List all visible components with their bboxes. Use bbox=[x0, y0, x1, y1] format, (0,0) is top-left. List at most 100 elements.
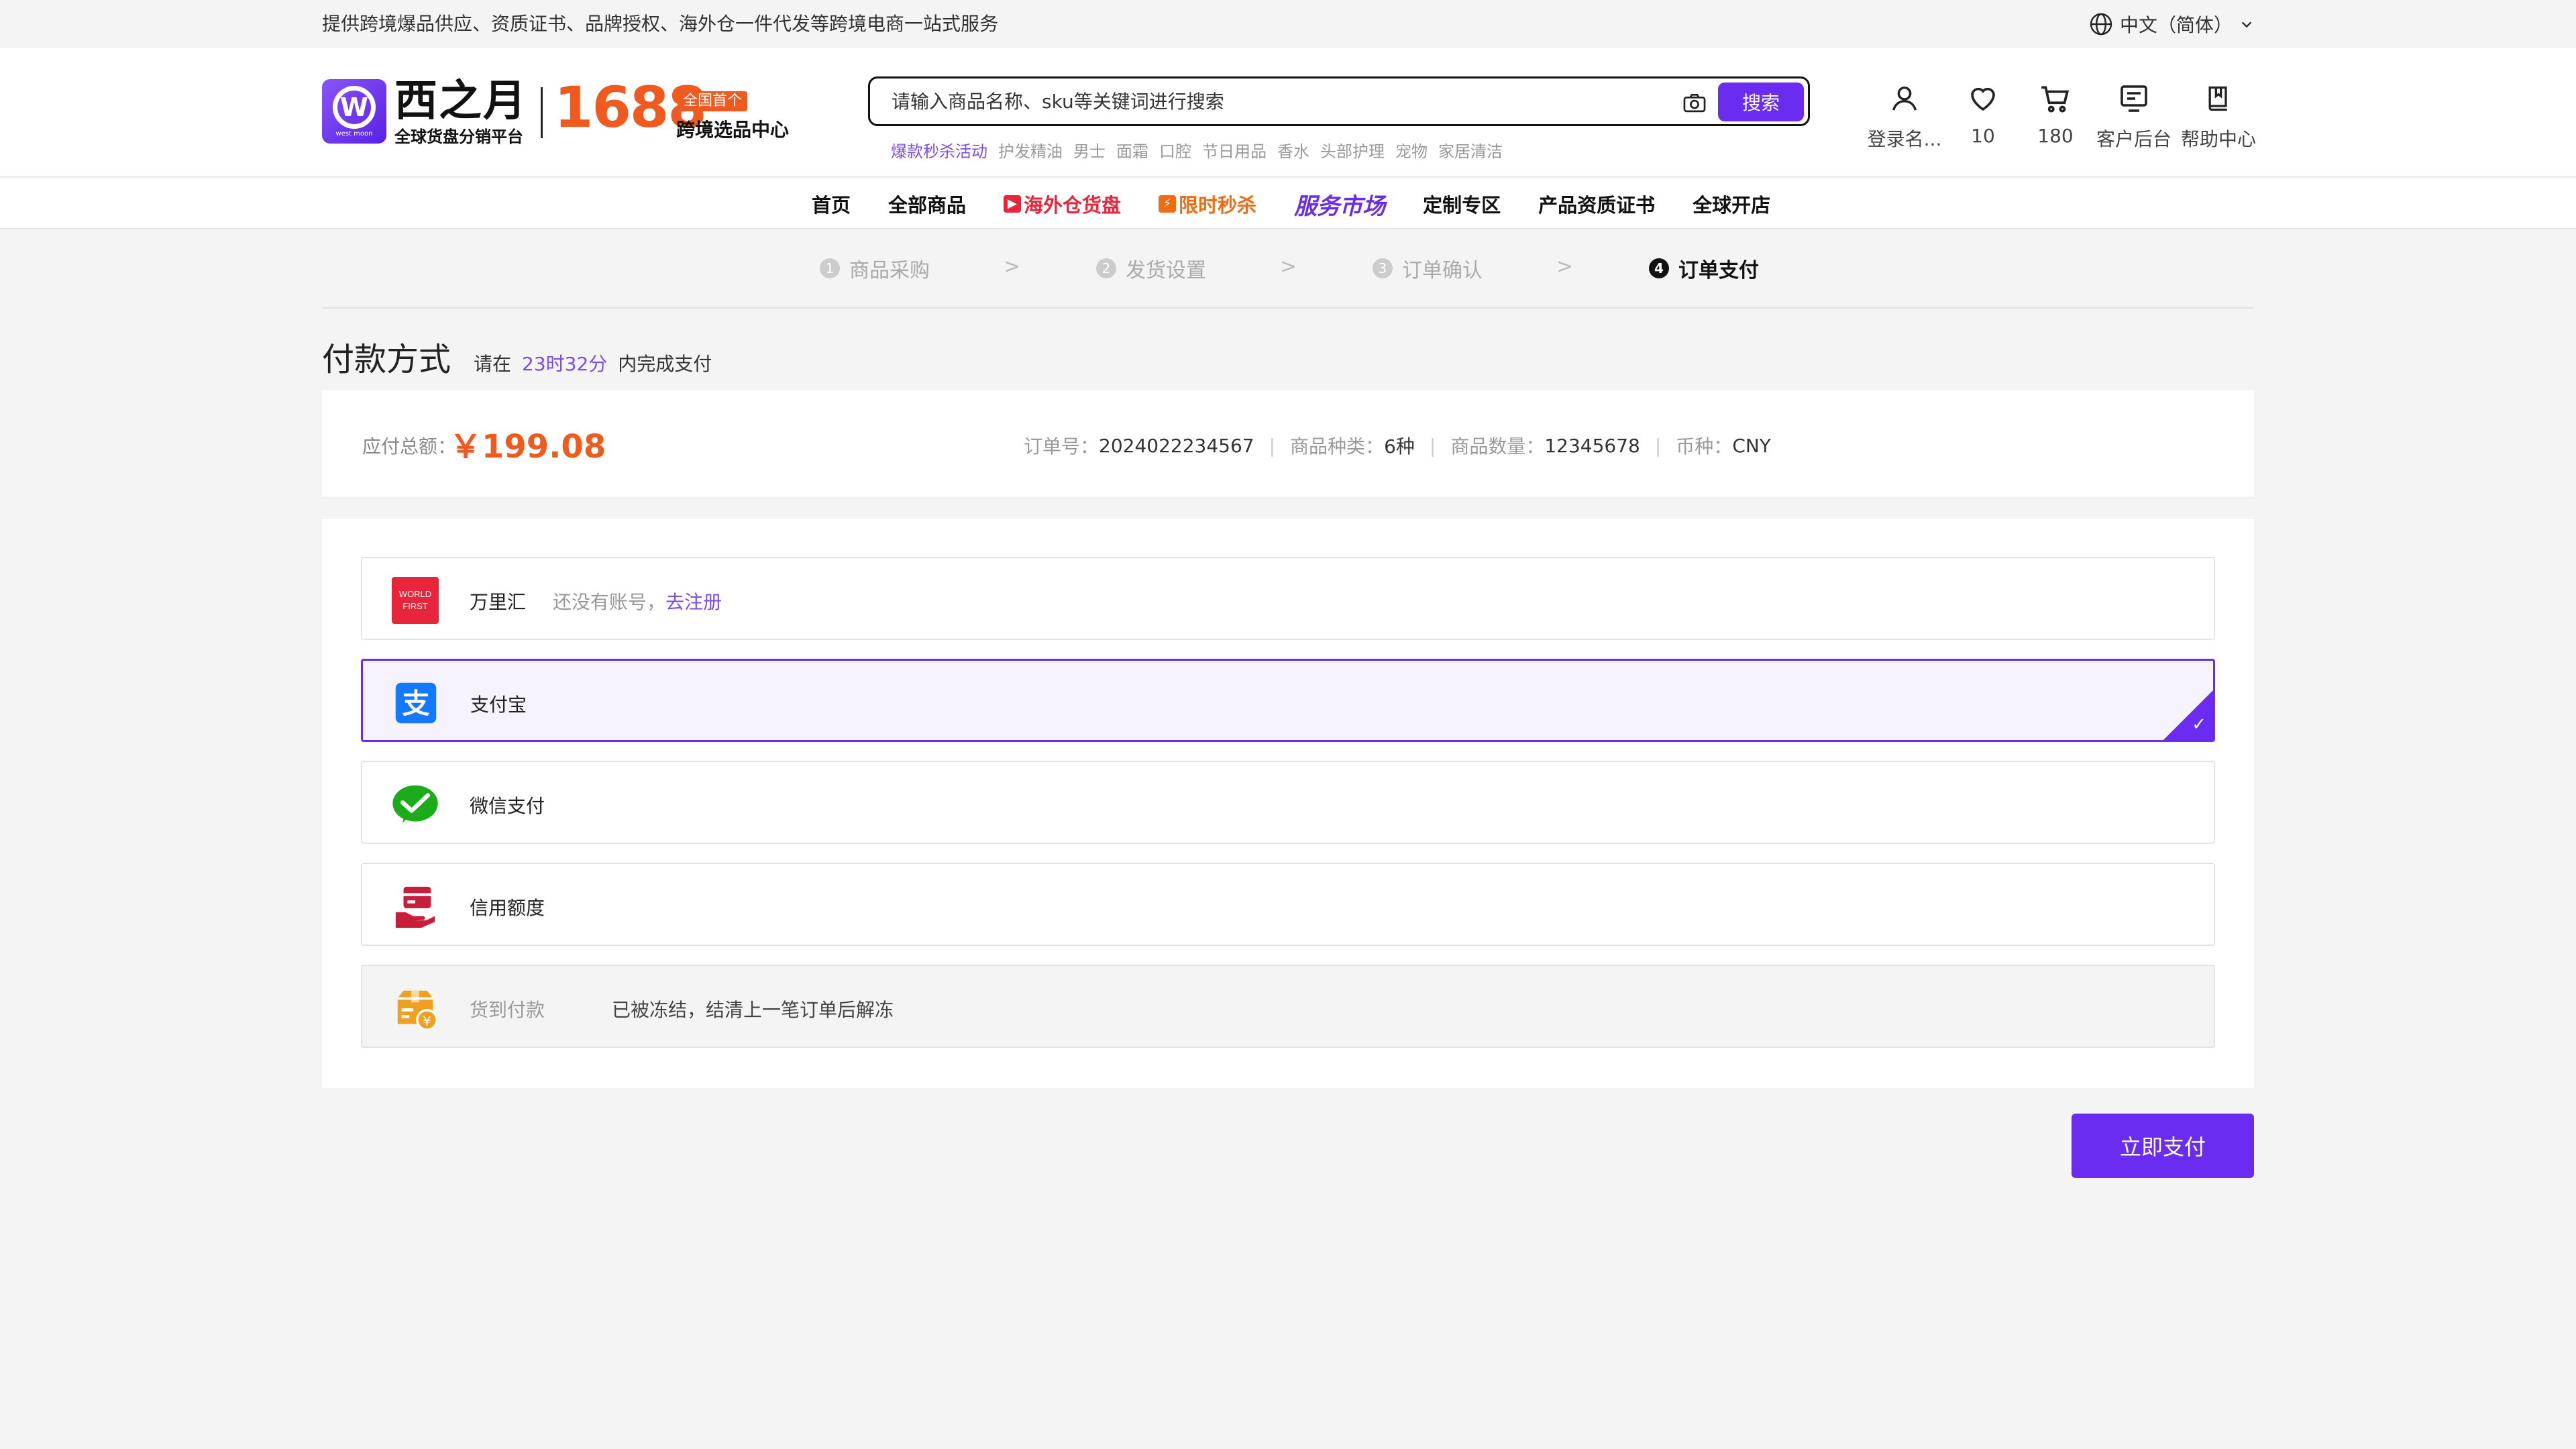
hotword-item[interactable]: 家居清洁 bbox=[1438, 138, 1503, 162]
selected-corner bbox=[2162, 689, 2214, 741]
step-label: 订单确认 bbox=[1402, 259, 1483, 282]
payment-deadline: 请在 23时32分 内完成支付 bbox=[474, 350, 712, 376]
payment-method-wechat[interactable]: 微信支付 bbox=[361, 761, 2215, 844]
hotword-item[interactable]: 爆款秒杀活动 bbox=[891, 138, 987, 162]
nav-flash-sale-label: 限时秒杀 bbox=[1179, 194, 1257, 217]
hot-keywords: 爆款秒杀活动 护发精油 男士 面霜 口腔 节日用品 香水 头部护理 宠物 家居清… bbox=[891, 138, 1503, 162]
frozen-note: 已被冻结，结清上一笔订单后解冻 bbox=[612, 999, 894, 1021]
payment-heading: 付款方式 请在 23时32分 内完成支付 bbox=[322, 333, 712, 380]
currency-label: 币种： bbox=[1676, 435, 1733, 458]
credit-icon bbox=[392, 883, 439, 930]
brand-divider bbox=[541, 87, 543, 138]
globe-icon bbox=[2090, 13, 2112, 36]
chevron-right-icon: > bbox=[1280, 255, 1297, 278]
nav-global-store[interactable]: 全球开店 bbox=[1693, 190, 1770, 218]
register-link[interactable]: 去注册 bbox=[665, 591, 722, 613]
page-title: 付款方式 bbox=[322, 341, 451, 378]
step-number: 4 bbox=[1649, 258, 1669, 278]
kinds-label: 商品种类： bbox=[1290, 435, 1385, 458]
check-icon: ✓ bbox=[2192, 714, 2206, 735]
language-label: 中文（简体） bbox=[2119, 14, 2233, 36]
total-amount: ￥199.08 bbox=[449, 428, 606, 466]
worldfirst-icon-text: WORLD FIRST bbox=[398, 589, 432, 611]
hotword-item[interactable]: 男士 bbox=[1073, 138, 1106, 162]
method-name: 支付宝 bbox=[470, 694, 527, 716]
site-slogan: 提供跨境爆品供应、资质证书、品牌授权、海外仓一件代发等跨境电商一站式服务 bbox=[322, 13, 999, 35]
cod-icon: ¥ bbox=[392, 985, 439, 1032]
hotword-item[interactable]: 头部护理 bbox=[1320, 138, 1385, 162]
hotword-item[interactable]: 面霜 bbox=[1116, 138, 1148, 162]
hotword-item[interactable]: 节日用品 bbox=[1202, 138, 1267, 162]
nav-overseas-warehouse-label: 海外仓货盘 bbox=[1024, 194, 1122, 217]
cart-count: 180 bbox=[2037, 125, 2074, 147]
method-note: 还没有账号，去注册 bbox=[553, 588, 722, 614]
wechat-pay-icon bbox=[392, 781, 439, 828]
nav-custom-zone[interactable]: 定制专区 bbox=[1423, 190, 1501, 218]
checkout-steps: 1 商品采购 > 2 发货设置 > 3 订单确认 > 4 订单支付 bbox=[322, 229, 2254, 309]
kinds-value: 6种 bbox=[1384, 435, 1415, 458]
hotword-item[interactable]: 香水 bbox=[1277, 138, 1309, 162]
nav-home[interactable]: 首页 bbox=[812, 190, 851, 218]
nav-all-products[interactable]: 全部商品 bbox=[888, 190, 966, 218]
login-link[interactable]: 登录名... bbox=[1862, 79, 1947, 152]
step-number: 2 bbox=[1096, 258, 1116, 278]
heart-icon bbox=[1971, 87, 1995, 111]
step-shipping: 2 发货设置 bbox=[1096, 254, 1206, 283]
payment-method-credit[interactable]: 信用额度 bbox=[361, 863, 2215, 946]
flash-icon: ⚡ bbox=[1159, 195, 1177, 213]
nav-service-market[interactable]: 服务市场 bbox=[1294, 188, 1385, 221]
step-payment: 4 订单支付 bbox=[1649, 254, 1759, 283]
top-strip: 提供跨境爆品供应、资质证书、品牌授权、海外仓一件代发等跨境电商一站式服务 中文（… bbox=[0, 0, 2576, 48]
step-number: 3 bbox=[1373, 258, 1393, 278]
help-center-link[interactable]: 帮助中心 bbox=[2176, 79, 2261, 152]
step-label: 商品采购 bbox=[849, 259, 930, 282]
worldfirst-icon: WORLD FIRST bbox=[392, 577, 439, 624]
payment-method-alipay[interactable]: 支 支付宝 ✓ bbox=[361, 659, 2215, 742]
help-center-label: 帮助中心 bbox=[2180, 128, 2256, 150]
register-hint: 还没有账号， bbox=[553, 591, 666, 613]
search-input[interactable] bbox=[892, 78, 1670, 124]
language-selector[interactable]: 中文（简体） bbox=[2089, 9, 2254, 39]
brand-name: 西之月 bbox=[394, 76, 527, 126]
payment-method-cod: ¥ 货到付款 已被冻结，结清上一笔订单后解冻 bbox=[361, 965, 2215, 1048]
payment-method-worldfirst[interactable]: WORLD FIRST 万里汇 还没有账号，去注册 bbox=[361, 557, 2215, 640]
favorites-count: 10 bbox=[1971, 125, 1995, 147]
method-name: 货到付款 bbox=[470, 999, 545, 1021]
method-name: 信用额度 bbox=[470, 897, 545, 919]
deadline-suffix: 内完成支付 bbox=[618, 353, 712, 375]
brand-subtitle: 全球货盘分销平台 bbox=[394, 127, 523, 146]
svg-text:支: 支 bbox=[402, 688, 430, 720]
qty-label: 商品数量： bbox=[1450, 435, 1545, 458]
deadline-time: 23时32分 bbox=[522, 353, 608, 375]
meta-separator: | bbox=[1429, 434, 1436, 457]
step-confirm: 3 订单确认 bbox=[1373, 254, 1483, 283]
nav-certificates[interactable]: 产品资质证书 bbox=[1538, 190, 1655, 218]
play-icon: ▶ bbox=[1004, 195, 1022, 213]
hotword-item[interactable]: 宠物 bbox=[1395, 138, 1428, 162]
search-button[interactable]: 搜索 bbox=[1718, 83, 1804, 121]
meta-separator: | bbox=[1654, 434, 1662, 457]
cart-link[interactable]: 180 bbox=[2019, 79, 2092, 152]
alipay-icon: 支 bbox=[392, 680, 439, 727]
brand-logo[interactable]: W west moon bbox=[322, 79, 386, 144]
nav-overseas-warehouse[interactable]: ▶ 海外仓货盘 bbox=[1004, 190, 1121, 218]
favorites-link[interactable]: 10 bbox=[1947, 79, 2019, 152]
chevron-down-icon bbox=[2241, 21, 2252, 28]
order-no-label: 订单号： bbox=[1024, 435, 1099, 458]
method-name: 万里汇 bbox=[470, 591, 527, 613]
admin-icon bbox=[2121, 85, 2147, 112]
camera-icon[interactable] bbox=[1682, 91, 1707, 116]
pay-now-button[interactable]: 立即支付 bbox=[2072, 1114, 2254, 1178]
nav-flash-sale[interactable]: ⚡ 限时秒杀 bbox=[1159, 190, 1256, 218]
book-icon bbox=[2208, 86, 2227, 111]
hotword-item[interactable]: 口腔 bbox=[1159, 138, 1191, 162]
main-nav: 首页 全部商品 ▶ 海外仓货盘 ⚡ 限时秒杀 服务市场 定制专区 产品资质证书 … bbox=[0, 178, 2576, 229]
site-header: W west moon 西之月 全球货盘分销平台 1688 全国首个 跨境选品中… bbox=[0, 48, 2576, 177]
customer-admin-link[interactable]: 客户后台 bbox=[2092, 79, 2176, 152]
brand-center: 跨境选品中心 bbox=[676, 119, 790, 141]
search-bar: 搜索 bbox=[868, 76, 1810, 126]
svg-text:¥: ¥ bbox=[423, 1013, 431, 1029]
cart-icon bbox=[2041, 86, 2070, 113]
hotword-item[interactable]: 护发精油 bbox=[998, 138, 1063, 162]
customer-admin-label: 客户后台 bbox=[2096, 128, 2171, 150]
